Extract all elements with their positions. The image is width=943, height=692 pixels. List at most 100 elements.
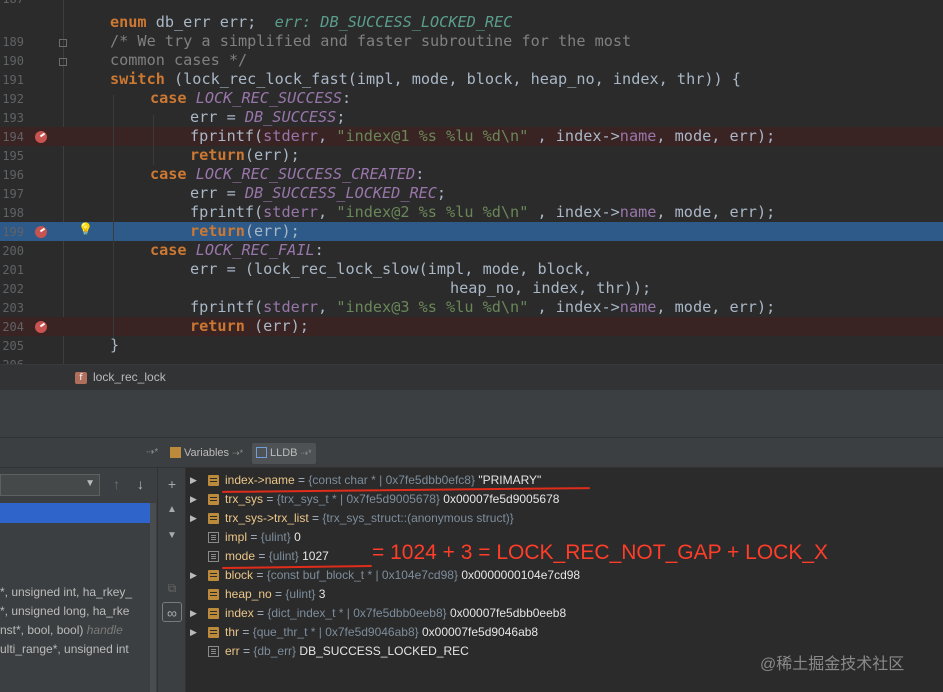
breadcrumb-function[interactable]: lock_rec_lock xyxy=(93,370,166,384)
breakpoint-line-bg xyxy=(0,317,943,336)
code-text: (err); xyxy=(244,317,309,335)
variable-row[interactable]: ▶ trx_sys->trx_list = {trx_sys_struct::(… xyxy=(186,509,943,528)
arrow-down-icon[interactable]: ↓ xyxy=(137,476,144,492)
enum-constant: DB_SUCCESS xyxy=(244,108,337,126)
lightbulb-icon[interactable]: 💡 xyxy=(78,222,93,236)
line-number: 198 xyxy=(2,206,24,220)
frame-row[interactable]: *, unsigned int, ha_rkey_ xyxy=(0,583,150,601)
code-line: err = DB_SUCCESS; xyxy=(190,108,345,127)
tab-variables[interactable]: Variables ⇢* xyxy=(166,443,247,464)
pin-arrow-icon[interactable]: ⇢* xyxy=(146,447,158,458)
code-text: , xyxy=(318,127,337,145)
code-line: err = (lock_rec_lock_slow(impl, mode, bl… xyxy=(190,260,592,279)
breadcrumb[interactable]: f lock_rec_lock xyxy=(0,364,943,390)
watermark: @稀土掘金技术社区 xyxy=(760,656,905,673)
panel-splitter[interactable] xyxy=(0,390,943,438)
variable-row[interactable]: heap_no = {ulint} 3 xyxy=(186,585,943,604)
string-literal: "index@3 %s %lu %d\n" xyxy=(336,298,529,316)
breakpoint-icon[interactable] xyxy=(35,321,47,333)
code-text: (err); xyxy=(244,222,300,240)
console-icon xyxy=(256,447,267,458)
expand-triangle-icon[interactable]: ▶ xyxy=(190,604,197,623)
tab-lldb[interactable]: LLDB ⇢* xyxy=(252,443,316,464)
field-icon xyxy=(208,608,219,619)
expand-triangle-icon[interactable]: ▶ xyxy=(190,509,197,528)
arrow-up-icon[interactable]: ↑ xyxy=(113,476,120,492)
code-editor[interactable]: 187 189 190 191 192 193 194 195 196 197 … xyxy=(0,0,943,364)
code-text: , index-> xyxy=(528,298,620,316)
line-number: 196 xyxy=(2,168,24,182)
expand-triangle-icon[interactable]: ▶ xyxy=(190,471,197,490)
variable-row[interactable]: ▶ trx_sys = {trx_sys_t * | 0x7fe5d900567… xyxy=(186,490,943,509)
comment: common cases */ xyxy=(110,51,248,69)
execution-line-bg xyxy=(0,222,943,241)
frames-scrollbar[interactable] xyxy=(150,503,156,692)
line-number: 187 xyxy=(0,0,24,9)
field-icon xyxy=(208,494,219,505)
frame-row[interactable]: nst*, bool, bool) handle xyxy=(0,621,150,639)
code-text: , xyxy=(318,298,337,316)
move-up-icon[interactable]: ▲ xyxy=(162,500,182,520)
keyword: enum xyxy=(110,13,147,31)
line-number: 202 xyxy=(2,282,24,296)
code-line: err = DB_SUCCESS_LOCKED_REC; xyxy=(190,184,446,203)
expand-triangle-icon[interactable]: ▶ xyxy=(190,490,197,509)
code-text: , index-> xyxy=(528,203,620,221)
move-down-icon[interactable]: ▼ xyxy=(162,526,182,546)
fold-marker[interactable] xyxy=(59,58,67,66)
tab-label: Variables xyxy=(184,447,230,459)
thread-select[interactable]: ▼ xyxy=(0,474,100,496)
frame-row-selected[interactable] xyxy=(0,503,150,523)
breakpoint-icon[interactable] xyxy=(35,226,47,238)
field-icon xyxy=(208,589,219,600)
add-watch-icon[interactable]: + xyxy=(162,474,182,494)
var-value: 0x00007fe5d9046ab8 xyxy=(421,625,539,639)
code-text: fprintf( xyxy=(190,127,264,145)
expand-triangle-icon[interactable]: ▶ xyxy=(190,566,197,585)
var-eq: = xyxy=(253,606,268,620)
code-line: } xyxy=(110,336,119,355)
indent-guide xyxy=(113,95,114,340)
infinity-icon[interactable]: ∞ xyxy=(162,602,182,622)
keyword: case xyxy=(150,241,187,259)
code-line: /* We try a simplified and faster subrou… xyxy=(110,32,631,51)
enum-constant: LOCK_REC_SUCCESS_CREATED xyxy=(195,165,416,183)
frame-row[interactable]: ulti_range*, unsigned int xyxy=(0,640,150,658)
code-text: db_err err; xyxy=(146,13,275,31)
gutter-divider xyxy=(63,0,64,364)
code-text: ; xyxy=(436,184,447,202)
keyword: return xyxy=(190,222,245,240)
code-text: heap_no, index, thr)); xyxy=(450,279,652,297)
tab-label: LLDB xyxy=(270,447,298,459)
fold-marker[interactable] xyxy=(59,39,67,47)
global-var: stderr xyxy=(263,127,319,145)
code-line: return(err); xyxy=(190,146,300,165)
code-line-current: return(err); xyxy=(190,222,300,241)
var-eq: = xyxy=(253,568,267,582)
var-eq: = xyxy=(263,492,277,506)
code-line: case LOCK_REC_SUCCESS: xyxy=(150,89,351,108)
pin-arrow-icon: ⇢* xyxy=(232,448,244,458)
debug-toolstrip: + ▲ ▼ ⧉ ∞ xyxy=(158,468,186,692)
code-line: case LOCK_REC_SUCCESS_CREATED: xyxy=(150,165,424,184)
var-type: {const buf_block_t * | 0x104e7cd98} xyxy=(266,568,458,582)
var-type: {que_thr_t * | 0x7fe5d9046ab8} xyxy=(252,625,419,639)
var-eq: = xyxy=(294,473,309,487)
frame-row[interactable]: *, unsigned long, ha_rke xyxy=(0,602,150,620)
code-text: fprintf( xyxy=(190,298,264,316)
var-name: block xyxy=(225,568,254,582)
code-line: return (err); xyxy=(190,317,309,336)
variable-row[interactable]: ▶ block = {const buf_block_t * | 0x104e7… xyxy=(186,566,943,585)
copy-icon[interactable]: ⧉ xyxy=(162,578,182,598)
keyword: return xyxy=(190,146,245,164)
code-text: , mode, err); xyxy=(656,203,776,221)
global-var: stderr xyxy=(263,203,319,221)
variable-row[interactable]: ▶ index = {dict_index_t * | 0x7fe5dbb0ee… xyxy=(186,604,943,623)
expand-triangle-icon[interactable]: ▶ xyxy=(190,623,197,642)
var-eq: = xyxy=(308,511,323,525)
line-number: 199 xyxy=(2,225,24,239)
breakpoint-icon[interactable] xyxy=(35,131,47,143)
var-value: 0x00007fe5d9005678 xyxy=(443,492,560,506)
line-number: 189 xyxy=(2,35,24,49)
variable-row[interactable]: ▶ thr = {que_thr_t * | 0x7fe5d9046ab8} 0… xyxy=(186,623,943,642)
